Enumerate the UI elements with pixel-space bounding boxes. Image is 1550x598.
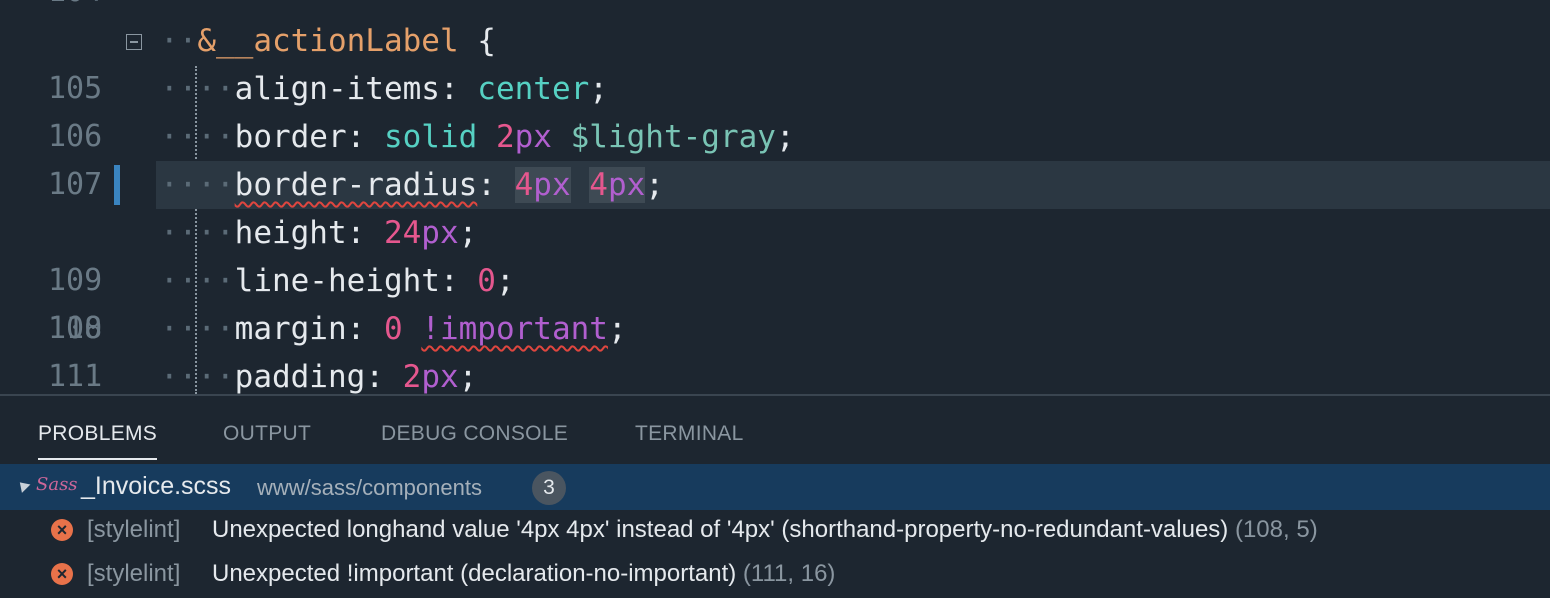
tab-output[interactable]: OUTPUT bbox=[223, 420, 311, 460]
tab-debug-console[interactable]: DEBUG CONSOLE bbox=[381, 420, 568, 460]
sass-file-icon: Sass bbox=[36, 474, 78, 495]
problem-message-wrap: Unexpected !important (declaration-no-im… bbox=[212, 560, 835, 588]
code-line-107[interactable]: 107 ····border: solid 2px $light-gray; bbox=[0, 113, 1550, 202]
code-text: ····margin: 0 !important; bbox=[160, 311, 627, 347]
code-text: ··&__actionLabel { bbox=[160, 23, 496, 59]
problem-message-wrap: Unexpected longhand value '4px 4px' inst… bbox=[212, 516, 1318, 544]
error-icon: × bbox=[51, 563, 73, 585]
tab-terminal[interactable]: TERMINAL bbox=[635, 420, 744, 460]
code-line-110[interactable]: 110 ····line-height: 0; bbox=[0, 257, 1550, 346]
code-text: ····border: solid 2px $light-gray; bbox=[160, 119, 795, 155]
code-text: ····padding: 2px; bbox=[160, 359, 478, 394]
code-line-105[interactable]: 105 ··&__actionLabel { bbox=[0, 17, 1550, 106]
problem-message: Unexpected longhand value '4px 4px' inst… bbox=[212, 516, 1229, 543]
line-number-partial: 104 bbox=[48, 0, 102, 12]
chevron-expanded-icon[interactable] bbox=[15, 478, 31, 493]
tab-problems[interactable]: PROBLEMS bbox=[38, 420, 158, 460]
problem-message: Unexpected !important (declaration-no-im… bbox=[212, 560, 737, 587]
problem-location: (108, 5) bbox=[1234, 516, 1318, 543]
code-text: ····align-items: center; bbox=[160, 71, 608, 107]
panel-tabs: PROBLEMS OUTPUT DEBUG CONSOLE TERMINAL bbox=[0, 396, 1550, 466]
code-line-112[interactable]: 112 ····padding: 2px; bbox=[0, 353, 1550, 394]
code-text: ····line-height: 0; bbox=[160, 263, 515, 299]
code-line-108[interactable]: 108 ····border-radius: 4px 4px; bbox=[0, 161, 1550, 346]
modified-line-indicator bbox=[114, 165, 120, 205]
problem-item[interactable]: × [stylelint] Unexpected longhand value … bbox=[0, 510, 1550, 554]
bottom-panel: PROBLEMS OUTPUT DEBUG CONSOLE TERMINAL S… bbox=[0, 394, 1550, 596]
code-text: ····border-radius: 4px 4px; bbox=[160, 167, 664, 203]
code-line-111[interactable]: 111 ····margin: 0 !important; bbox=[0, 305, 1550, 394]
problem-count-badge: 3 bbox=[532, 471, 566, 505]
fold-collapse-icon[interactable] bbox=[126, 34, 142, 50]
problem-item[interactable]: × [stylelint] Unexpected !important (dec… bbox=[0, 554, 1550, 598]
problem-location: (111, 16) bbox=[742, 560, 836, 587]
file-path: www/sass/components bbox=[257, 475, 482, 500]
code-editor[interactable]: 104 105 ··&__actionLabel { 106 ····align… bbox=[0, 0, 1550, 394]
problem-source: [stylelint] bbox=[87, 516, 181, 543]
code-line-109[interactable]: 109 ····height: 24px; bbox=[0, 209, 1550, 298]
file-name: _Invoice.scss bbox=[81, 472, 232, 500]
problem-source: [stylelint] bbox=[87, 560, 181, 587]
code-text: ····height: 24px; bbox=[160, 215, 478, 251]
code-line-106[interactable]: 106 ····align-items: center; bbox=[0, 65, 1550, 154]
error-icon: × bbox=[51, 519, 73, 541]
problems-file-row[interactable]: Sass _Invoice.scss www/sass/components 3 bbox=[0, 464, 1550, 510]
